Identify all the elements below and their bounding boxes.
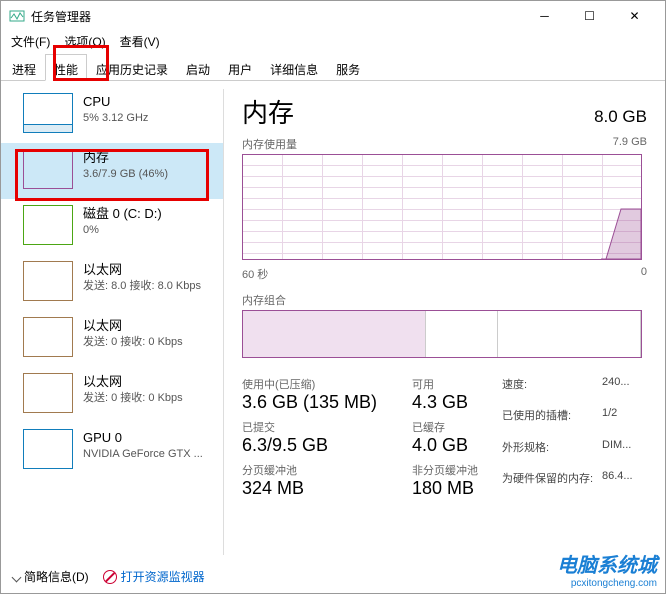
sidebar-item-disk[interactable]: 磁盘 0 (C: D:)0% — [1, 199, 223, 255]
reserved-v: 86.4... — [602, 470, 650, 499]
mem-sub: 3.6/7.9 GB (46%) — [83, 167, 168, 182]
minimize-button[interactable]: ─ — [522, 1, 567, 31]
slots-v: 1/2 — [602, 407, 650, 436]
mem-title: 内存 — [83, 149, 168, 167]
titlebar: 任务管理器 ─ ☐ ✕ — [1, 1, 665, 31]
usage-max: 7.9 GB — [613, 136, 647, 152]
cpu-title: CPU — [83, 93, 148, 111]
net-thumb-icon — [23, 317, 73, 357]
tab-users[interactable]: 用户 — [219, 54, 261, 81]
menu-options[interactable]: 选项(O) — [58, 31, 111, 53]
gpu-thumb-icon — [23, 429, 73, 469]
cpu-thumb-icon — [23, 93, 73, 133]
comp-chart — [242, 310, 642, 358]
sidebar: CPU5% 3.12 GHz 内存3.6/7.9 GB (46%) 磁盘 0 (… — [1, 81, 223, 563]
tab-performance[interactable]: 性能 — [45, 54, 87, 81]
usage-label: 内存使用量 — [242, 136, 297, 152]
menu-view[interactable]: 查看(V) — [114, 31, 166, 53]
net-thumb-icon — [23, 261, 73, 301]
cached-label: 已缓存 — [412, 419, 502, 435]
nonpaged-val: 180 MB — [412, 478, 502, 499]
net3-title: 以太网 — [83, 373, 183, 391]
tab-details[interactable]: 详细信息 — [261, 54, 327, 81]
gpu-title: GPU 0 — [83, 429, 203, 447]
main-title: 内存 — [242, 93, 294, 130]
slots-l: 已使用的插槽: — [502, 407, 602, 436]
paged-label: 分页缓冲池 — [242, 462, 412, 478]
tabbar: 进程 性能 应用历史记录 启动 用户 详细信息 服务 — [1, 53, 665, 81]
tab-startup[interactable]: 启动 — [177, 54, 219, 81]
cpu-sub: 5% 3.12 GHz — [83, 111, 148, 126]
commit-val: 6.3/9.5 GB — [242, 435, 412, 456]
avail-val: 4.3 GB — [412, 392, 502, 413]
comp-avail — [498, 311, 641, 357]
reserved-l: 为硬件保留的内存: — [502, 470, 602, 499]
form-l: 外形规格: — [502, 439, 602, 468]
disk-thumb-icon — [23, 205, 73, 245]
open-resmon-link[interactable]: 打开资源监视器 — [103, 568, 205, 585]
tab-services[interactable]: 服务 — [327, 54, 369, 81]
sidebar-item-memory[interactable]: 内存3.6/7.9 GB (46%) — [1, 143, 223, 199]
inuse-label: 使用中(已压缩) — [242, 376, 412, 392]
inuse-val: 3.6 GB (135 MB) — [242, 392, 412, 413]
cached-val: 4.0 GB — [412, 435, 502, 456]
resmon-icon — [103, 570, 117, 584]
comp-used — [243, 311, 426, 357]
tab-processes[interactable]: 进程 — [3, 54, 45, 81]
footer: 简略信息(D) 打开资源监视器 — [13, 568, 205, 585]
tab-app-history[interactable]: 应用历史记录 — [87, 54, 177, 81]
main-capacity: 8.0 GB — [594, 107, 647, 127]
chevron-up-icon — [12, 573, 22, 583]
memory-thumb-icon — [23, 149, 73, 189]
sidebar-item-cpu[interactable]: CPU5% 3.12 GHz — [1, 87, 223, 143]
sidebar-item-gpu[interactable]: GPU 0NVIDIA GeForce GTX ... — [1, 423, 223, 479]
net1-title: 以太网 — [83, 261, 201, 279]
main-panel: 内存 8.0 GB 内存使用量 7.9 GB 60 秒 0 内存组合 使用中(已压缩… — [224, 81, 665, 563]
brief-toggle[interactable]: 简略信息(D) — [13, 568, 89, 585]
sidebar-item-net1[interactable]: 以太网发送: 8.0 接收: 8.0 Kbps — [1, 255, 223, 311]
menu-file[interactable]: 文件(F) — [5, 31, 56, 53]
commit-label: 已提交 — [242, 419, 412, 435]
sidebar-item-net2[interactable]: 以太网发送: 0 接收: 0 Kbps — [1, 311, 223, 367]
comp-commit — [426, 311, 498, 357]
speed-l: 速度: — [502, 376, 602, 405]
net1-sub: 发送: 8.0 接收: 8.0 Kbps — [83, 279, 201, 294]
gpu-sub: NVIDIA GeForce GTX ... — [83, 447, 203, 462]
disk-sub: 0% — [83, 223, 162, 238]
usage-curve — [601, 153, 641, 259]
net2-title: 以太网 — [83, 317, 183, 335]
comp-label: 内存组合 — [242, 292, 665, 308]
form-v: DIM... — [602, 439, 650, 468]
taskmgr-icon — [9, 8, 25, 24]
menubar: 文件(F) 选项(O) 查看(V) — [1, 31, 665, 53]
avail-label: 可用 — [412, 376, 502, 392]
net-thumb-icon — [23, 373, 73, 413]
paged-val: 324 MB — [242, 478, 412, 499]
maximize-button[interactable]: ☐ — [567, 1, 612, 31]
speed-v: 240... — [602, 376, 650, 405]
net3-sub: 发送: 0 接收: 0 Kbps — [83, 391, 183, 406]
nonpaged-label: 非分页缓冲池 — [412, 462, 502, 478]
close-button[interactable]: ✕ — [612, 1, 657, 31]
net2-sub: 发送: 0 接收: 0 Kbps — [83, 335, 183, 350]
time-left: 60 秒 — [242, 266, 268, 282]
disk-title: 磁盘 0 (C: D:) — [83, 205, 162, 223]
usage-chart — [242, 154, 642, 260]
time-right: 0 — [641, 266, 647, 282]
window-title: 任务管理器 — [31, 8, 91, 25]
sidebar-item-net3[interactable]: 以太网发送: 0 接收: 0 Kbps — [1, 367, 223, 423]
